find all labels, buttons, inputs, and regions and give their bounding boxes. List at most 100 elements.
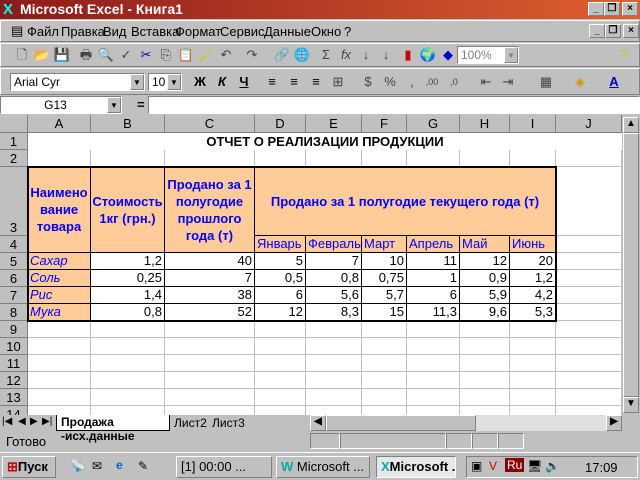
row-header[interactable]: 4 — [0, 236, 28, 253]
header-cost[interactable]: Стоимость 1кг (грн.) — [90, 166, 165, 253]
column-header[interactable]: H — [460, 115, 510, 133]
undo-icon[interactable]: ↶ — [217, 46, 235, 64]
column-header[interactable]: I — [510, 115, 556, 133]
menu-edit[interactable]: Правка — [61, 24, 105, 39]
header-month[interactable]: Апрель — [406, 235, 460, 253]
taskbar-button-active[interactable]: XMicrosoft ... — [376, 456, 456, 478]
prev-year-cell[interactable]: 52 — [164, 303, 255, 321]
select-all-corner[interactable] — [0, 115, 28, 133]
product-name-cell[interactable]: Мука — [27, 303, 91, 321]
doc-close-button[interactable]: × — [623, 24, 639, 38]
font-size-select[interactable]: 10 ▼ — [148, 73, 182, 91]
cut-icon[interactable]: ✂ — [137, 46, 155, 64]
last-sheet-button[interactable]: ▶| — [42, 416, 52, 427]
map-icon[interactable]: 🌍 — [419, 46, 437, 64]
month-value-cell[interactable]: 5,6 — [305, 286, 362, 304]
increase-indent-icon[interactable]: ⇥ — [499, 73, 517, 91]
fill-color-icon[interactable]: ◈ — [571, 73, 589, 91]
header-month[interactable]: Март — [361, 235, 407, 253]
row-header[interactable]: 14 — [0, 406, 28, 415]
row-header[interactable]: 10 — [0, 338, 28, 355]
menu-window[interactable]: Окно — [311, 24, 341, 39]
copy-icon[interactable]: ⎘ — [157, 46, 175, 64]
function-icon[interactable]: fx — [337, 46, 355, 64]
bold-button[interactable]: Ж — [191, 73, 209, 91]
language-indicator[interactable]: Ru — [505, 458, 525, 472]
menu-data[interactable]: Данные — [264, 24, 311, 39]
restore-button[interactable]: ❐ — [604, 2, 620, 16]
menu-view[interactable]: Вид — [103, 24, 127, 39]
zoom-select[interactable]: 100% ▼ — [457, 46, 519, 64]
month-value-cell[interactable]: 12 — [254, 303, 306, 321]
column-header[interactable]: C — [165, 115, 255, 133]
column-header[interactable]: F — [362, 115, 407, 133]
row-header[interactable]: 11 — [0, 355, 28, 372]
scroll-left-button[interactable]: ◀ — [310, 415, 326, 431]
row-header[interactable]: 9 — [0, 321, 28, 338]
decrease-decimal-icon[interactable]: ,0 — [445, 73, 463, 91]
cost-cell[interactable]: 0,8 — [90, 303, 165, 321]
cost-cell[interactable]: 1,2 — [90, 252, 165, 270]
column-header[interactable]: B — [91, 115, 165, 133]
header-prev-year[interactable]: Продано за 1 полугодие прошлого года (т) — [164, 166, 255, 253]
italic-button[interactable]: К — [213, 73, 231, 91]
product-name-cell[interactable]: Соль — [27, 269, 91, 287]
month-value-cell[interactable]: 5,7 — [361, 286, 407, 304]
increase-decimal-icon[interactable]: ,00 — [423, 73, 441, 91]
row-header[interactable]: 12 — [0, 372, 28, 389]
header-month[interactable]: Январь — [254, 235, 306, 253]
prev-year-cell[interactable]: 7 — [164, 269, 255, 287]
decrease-indent-icon[interactable]: ⇤ — [477, 73, 495, 91]
chevron-down-icon[interactable]: ▼ — [130, 74, 144, 90]
month-value-cell[interactable]: 11 — [406, 252, 460, 270]
hyperlink-icon[interactable]: 🔗 — [273, 46, 291, 64]
month-value-cell[interactable]: 11,3 — [406, 303, 460, 321]
month-value-cell[interactable]: 9,6 — [459, 303, 510, 321]
menu-insert[interactable]: Вставка — [131, 24, 179, 39]
align-left-icon[interactable]: ≡ — [263, 73, 281, 91]
prev-year-cell[interactable]: 38 — [164, 286, 255, 304]
start-button[interactable]: ⊞Пуск — [2, 456, 56, 478]
doc-minimize-button[interactable]: _ — [589, 24, 605, 38]
header-name[interactable]: Наимено вание товара — [27, 166, 91, 253]
web-toolbar-icon[interactable]: 🌐 — [293, 46, 311, 64]
paste-icon[interactable]: 📋 — [177, 46, 195, 64]
report-title[interactable]: ОТЧЕТ О РЕАЛИЗАЦИИ ПРОДУКЦИИ — [28, 133, 622, 150]
header-month[interactable]: Февраль — [305, 235, 362, 253]
taskbar-button[interactable]: W Microsoft ... — [276, 456, 370, 478]
row-header[interactable]: 8 — [0, 304, 28, 321]
month-value-cell[interactable]: 5,3 — [509, 303, 556, 321]
format-painter-icon[interactable]: 🖌 — [197, 46, 215, 64]
product-name-cell[interactable]: Сахар — [27, 252, 91, 270]
open-icon[interactable]: 📂 — [33, 46, 51, 64]
row-header[interactable]: 6 — [0, 270, 28, 287]
network-icon[interactable]: 🖥 — [527, 459, 542, 473]
print-preview-icon[interactable]: 🔍 — [97, 46, 115, 64]
tray-icon[interactable]: ▣ — [471, 459, 482, 473]
month-value-cell[interactable]: 6 — [254, 286, 306, 304]
month-value-cell[interactable]: 5 — [254, 252, 306, 270]
month-value-cell[interactable]: 1,2 — [509, 269, 556, 287]
row-header[interactable]: 7 — [0, 287, 28, 304]
chevron-down-icon[interactable]: ▼ — [167, 74, 181, 90]
chevron-down-icon[interactable]: ▼ — [504, 47, 518, 63]
horizontal-scrollbar[interactable]: ◀ ▶ — [310, 415, 622, 431]
close-button[interactable]: × — [622, 2, 638, 16]
sheet-tab[interactable]: Лист2 — [174, 416, 207, 430]
month-value-cell[interactable]: 7 — [305, 252, 362, 270]
name-box[interactable]: G13 ▼ — [0, 96, 122, 114]
header-month[interactable]: Май — [459, 235, 510, 253]
vertical-scrollbar[interactable]: ▲ ▼ — [622, 115, 640, 415]
antivirus-icon[interactable]: V — [489, 459, 497, 473]
column-header[interactable]: D — [255, 115, 306, 133]
row-header[interactable]: 2 — [0, 150, 28, 167]
drawing-icon[interactable]: ◆ — [439, 46, 457, 64]
save-icon[interactable]: 💾 — [53, 46, 71, 64]
column-header[interactable]: J — [556, 115, 622, 133]
month-value-cell[interactable]: 0,9 — [459, 269, 510, 287]
month-value-cell[interactable]: 0,5 — [254, 269, 306, 287]
spelling-icon[interactable]: ✓ — [117, 46, 135, 64]
header-month[interactable]: Июнь — [509, 235, 556, 253]
autosum-icon[interactable]: Σ — [317, 46, 335, 64]
scroll-up-button[interactable]: ▲ — [623, 117, 639, 133]
